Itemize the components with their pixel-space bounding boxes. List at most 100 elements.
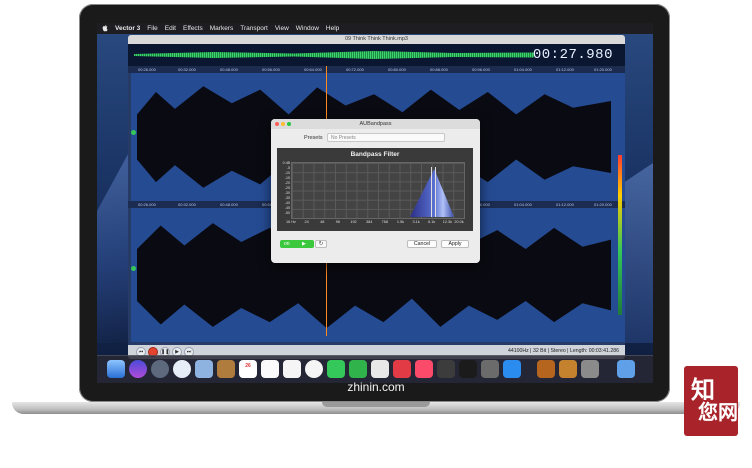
vector-app-icon[interactable] bbox=[581, 360, 599, 378]
logo-chars: 您网 bbox=[698, 400, 738, 424]
terminal-icon[interactable] bbox=[459, 360, 477, 378]
ruler-tick: 00:26.000 bbox=[138, 202, 156, 207]
y-label: -50 bbox=[284, 211, 290, 215]
marker-handle[interactable] bbox=[131, 130, 136, 135]
y-label: -5 bbox=[286, 166, 290, 170]
laptop-notch bbox=[322, 402, 430, 407]
podcasts-icon[interactable] bbox=[437, 360, 455, 378]
app-store-icon[interactable] bbox=[503, 360, 521, 378]
archive-icon[interactable] bbox=[537, 360, 555, 378]
apply-button[interactable]: Apply bbox=[441, 240, 469, 248]
overview-strip[interactable]: 00:27.980 bbox=[128, 44, 625, 66]
close-icon[interactable] bbox=[275, 122, 279, 126]
x-label: 6.1k bbox=[428, 220, 436, 224]
music-icon[interactable] bbox=[371, 360, 389, 378]
aubandpass-dialog: AUBandpass Presets No Presets Bandpass F… bbox=[271, 119, 480, 263]
dock: 26 bbox=[97, 355, 653, 383]
ruler-tick: 00:72.000 bbox=[346, 67, 364, 72]
x-label: 48 bbox=[320, 220, 325, 224]
messages-icon[interactable] bbox=[327, 360, 345, 378]
x-label: 16 Hz bbox=[286, 220, 296, 224]
photos-icon[interactable] bbox=[305, 360, 323, 378]
x-label: 3.1k bbox=[412, 220, 420, 224]
reset-icon[interactable]: ↻ bbox=[315, 240, 327, 248]
menu-window[interactable]: Window bbox=[296, 23, 319, 34]
x-label: 24 bbox=[304, 220, 309, 224]
zoom-icon[interactable] bbox=[287, 122, 291, 126]
facetime-icon[interactable] bbox=[349, 360, 367, 378]
apple-icon[interactable] bbox=[102, 25, 108, 32]
itunes-icon[interactable] bbox=[415, 360, 433, 378]
time-display: 00:27.980 bbox=[532, 47, 613, 63]
ruler-tick: 00:88.000 bbox=[430, 67, 448, 72]
ruler-tick: 00:32.000 bbox=[178, 202, 196, 207]
launchpad-icon[interactable] bbox=[151, 360, 169, 378]
menu-edit[interactable]: Edit bbox=[165, 23, 176, 34]
ruler-tick: 01:20.000 bbox=[594, 67, 612, 72]
site-logo: 知 您网 bbox=[684, 366, 738, 436]
menu-effects[interactable]: Effects bbox=[183, 23, 203, 34]
mail-icon[interactable] bbox=[195, 360, 213, 378]
cancel-button[interactable]: Cancel bbox=[407, 240, 437, 248]
finder-icon[interactable] bbox=[107, 360, 125, 378]
folder-icon[interactable] bbox=[617, 360, 635, 378]
notes-icon[interactable] bbox=[261, 360, 279, 378]
bandpass-curve[interactable] bbox=[410, 169, 454, 217]
ruler-tick: 01:20.000 bbox=[594, 202, 612, 207]
preferences-icon[interactable] bbox=[481, 360, 499, 378]
level-meter bbox=[618, 155, 622, 315]
y-label: -15 bbox=[284, 176, 290, 180]
site-caption: zhinin.com bbox=[347, 380, 405, 394]
menubar: Vector 3 File Edit Effects Markers Trans… bbox=[97, 23, 653, 34]
y-axis-labels: 0 dB -5 -10 -15 -20 -25 -30 -35 -40 -45 … bbox=[278, 161, 291, 218]
ruler-tick: 01:12.000 bbox=[556, 67, 574, 72]
marker-handle[interactable] bbox=[131, 266, 136, 271]
x-label: 20.0k bbox=[454, 220, 464, 224]
bandwidth-line[interactable] bbox=[435, 167, 436, 217]
menu-help[interactable]: Help bbox=[326, 23, 339, 34]
ruler-tick: 00:26.000 bbox=[138, 67, 156, 72]
y-label: -40 bbox=[284, 201, 290, 205]
presets-select[interactable]: No Presets bbox=[327, 133, 445, 142]
y-label: -20 bbox=[284, 181, 290, 185]
x-label: 768 bbox=[381, 220, 388, 224]
window-controls bbox=[275, 122, 291, 126]
x-label: 384 bbox=[366, 220, 373, 224]
y-label: -35 bbox=[284, 196, 290, 200]
bypass-toggle[interactable]: on ▶ bbox=[280, 240, 314, 248]
ruler-tick: 00:56.000 bbox=[262, 67, 280, 72]
menu-transport[interactable]: Transport bbox=[240, 23, 268, 34]
siri-icon[interactable] bbox=[129, 360, 147, 378]
minimize-icon[interactable] bbox=[281, 122, 285, 126]
ruler-tick: 00:96.000 bbox=[472, 67, 490, 72]
y-label: -10 bbox=[284, 171, 290, 175]
menu-markers[interactable]: Markers bbox=[210, 23, 233, 34]
news-icon[interactable] bbox=[393, 360, 411, 378]
ruler-tick: 00:80.000 bbox=[388, 67, 406, 72]
center-frequency-line[interactable] bbox=[431, 167, 432, 217]
ruler-top[interactable]: 00:26.000 00:32.000 00:48.000 00:56.000 … bbox=[128, 66, 625, 73]
safari-icon[interactable] bbox=[173, 360, 191, 378]
filter-panel: Bandpass Filter 0 dB -5 -10 -15 -20 -25 … bbox=[277, 148, 473, 231]
x-label: 192 bbox=[350, 220, 357, 224]
reminders-icon[interactable] bbox=[283, 360, 301, 378]
ruler-tick: 00:64.000 bbox=[304, 67, 322, 72]
menu-view[interactable]: View bbox=[275, 23, 289, 34]
power-icon: on bbox=[284, 241, 290, 247]
menu-file[interactable]: File bbox=[147, 23, 157, 34]
contacts-icon[interactable] bbox=[217, 360, 235, 378]
overview-waveform[interactable] bbox=[134, 51, 534, 59]
presets-label: Presets bbox=[304, 135, 323, 141]
audio-status: 44100Hz | 32 Bit | Stereo | Length: 00:0… bbox=[507, 348, 619, 354]
ruler-tick: 00:48.000 bbox=[220, 202, 238, 207]
ruler-tick: 01:04.000 bbox=[514, 202, 532, 207]
y-label: -45 bbox=[284, 206, 290, 210]
calendar-icon[interactable]: 26 bbox=[239, 360, 257, 378]
ruler-tick: 01:12.000 bbox=[556, 202, 574, 207]
laptop-screen: Vector 3 File Edit Effects Markers Trans… bbox=[97, 23, 653, 383]
menu-app-name[interactable]: Vector 3 bbox=[115, 23, 140, 34]
frequency-graph[interactable] bbox=[291, 162, 465, 219]
y-label: -25 bbox=[284, 186, 290, 190]
window-title: 09 Think Think Think.mp3 bbox=[128, 35, 625, 44]
books-icon[interactable] bbox=[559, 360, 577, 378]
